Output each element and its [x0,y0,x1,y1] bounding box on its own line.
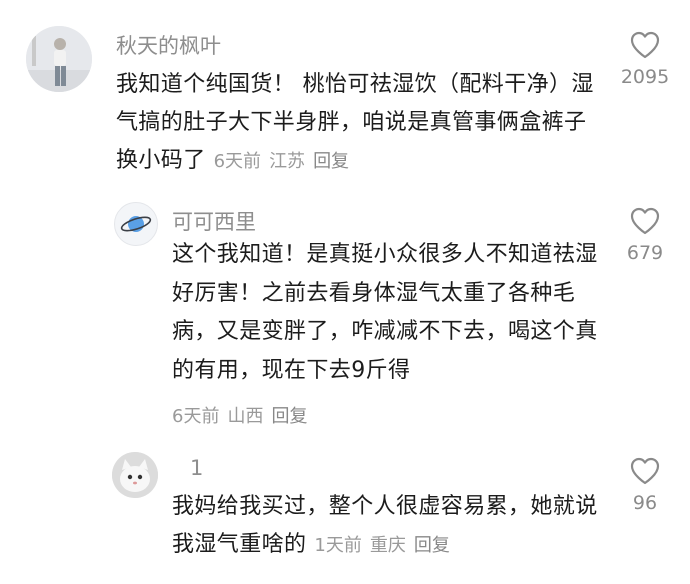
avatar[interactable] [112,452,158,498]
heart-outline-icon [630,457,660,485]
username[interactable]: 秋天的枫叶 [116,30,221,60]
person-photo-avatar [26,26,92,92]
comment-item: 1 我妈给我买过，整个人很虚容易累，她就说我湿气重啥的 1天前 重庆 回复 96 [0,440,690,584]
avatar[interactable] [26,26,92,92]
like-count: 96 [632,492,658,514]
comment-time: 1天前 [314,535,362,556]
planet-icon [120,216,152,232]
username[interactable]: 可可西里 [172,206,256,236]
comment-meta: 6天前 山西 回复 [172,402,315,428]
comment-item: 秋天的枫叶 我知道个纯国货！ 桃怡可祛湿饮（配料干净）湿气搞的肚子大下半身胖，咱… [0,0,690,190]
reply-button[interactable]: 回复 [271,406,307,427]
comment-item: 可可西里 这个我知道！是真挺小众很多人不知道祛湿好厉害！之前去看身体湿气太重了各… [0,190,690,440]
comment-time: 6天前 [172,406,220,427]
comment-location: 山西 [227,406,264,427]
reply-button[interactable]: 回复 [313,151,349,172]
comment-location: 重庆 [369,535,406,556]
comment-meta: 6天前 江苏 回复 [214,151,357,172]
like-button[interactable]: 2095 [610,30,680,88]
comment-body: 我知道个纯国货！ 桃怡可祛湿饮（配料干净）湿气搞的肚子大下半身胖，咱说是真管事俩… [116,66,600,181]
like-count: 2095 [620,66,670,88]
like-count: 679 [626,242,664,264]
comment-body: 我妈给我买过，整个人很虚容易累，她就说我湿气重啥的 1天前 重庆 回复 [172,488,612,565]
heart-outline-icon [630,31,660,59]
comment-location: 江苏 [269,151,306,172]
comment-meta: 1天前 重庆 回复 [314,535,457,556]
comment-time: 6天前 [213,151,262,172]
like-button[interactable]: 679 [610,206,680,264]
reply-button[interactable]: 回复 [414,535,450,556]
like-button[interactable]: 96 [610,456,680,514]
comment-body: 这个我知道！是真挺小众很多人不知道祛湿好厉害！之前去看身体湿气太重了各种毛病，又… [172,236,600,390]
heart-outline-icon [630,207,660,235]
comment-text: 这个我知道！是真挺小众很多人不知道祛湿好厉害！之前去看身体湿气太重了各种毛病，又… [172,242,598,383]
username[interactable]: 1 [190,456,203,480]
cat-photo-avatar [112,452,158,498]
avatar[interactable] [114,202,158,246]
